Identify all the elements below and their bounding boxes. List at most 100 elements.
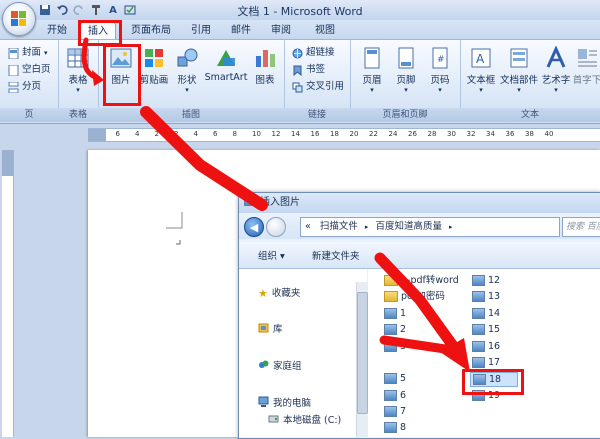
list-item[interactable]: 3 bbox=[384, 340, 406, 353]
list-item[interactable]: 15 bbox=[472, 323, 500, 336]
table-icon bbox=[66, 46, 90, 70]
forward-arrow-icon[interactable] bbox=[266, 217, 286, 237]
cover-page-button[interactable]: 封面 ▾ bbox=[8, 46, 48, 60]
annotation-box-insert-tab bbox=[78, 20, 122, 46]
ruler-tick: 20 bbox=[349, 130, 359, 138]
image-file-icon bbox=[384, 373, 397, 384]
quick-parts-button[interactable]: 文档部件 ▾ bbox=[498, 46, 540, 94]
group-text-label: 文本 bbox=[460, 108, 600, 122]
office-logo-icon bbox=[11, 11, 18, 18]
nav-favorites[interactable]: ★ 收藏夹 bbox=[258, 287, 300, 301]
wordart-button[interactable]: 艺术字 ▾ bbox=[540, 45, 572, 94]
vertical-ruler[interactable] bbox=[2, 150, 14, 437]
table-button[interactable]: 表格 ▾ bbox=[62, 46, 94, 94]
list-item[interactable]: pdf加密码 bbox=[384, 290, 445, 303]
nav-libraries[interactable]: 库 bbox=[258, 323, 283, 337]
footer-icon bbox=[394, 46, 418, 70]
ruler-tick: 4 bbox=[135, 130, 140, 138]
nav-computer[interactable]: 我的电脑 bbox=[258, 396, 311, 411]
clip-art-button[interactable]: 剪贴画 bbox=[138, 46, 170, 86]
chart-button[interactable]: 图表 bbox=[250, 46, 280, 86]
address-segment-scans[interactable]: 扫描文件 bbox=[320, 221, 358, 232]
office-button[interactable] bbox=[2, 2, 36, 36]
ruler-tick: 4 bbox=[193, 130, 198, 138]
smartart-button[interactable]: SmartArt bbox=[204, 46, 248, 83]
drop-cap-icon bbox=[575, 46, 599, 70]
search-input[interactable]: 搜索 百度 bbox=[562, 217, 600, 237]
tab-page-layout[interactable]: 页面布局 bbox=[124, 22, 178, 39]
list-item[interactable]: 2 bbox=[384, 323, 406, 336]
image-file-icon bbox=[384, 308, 397, 319]
list-item[interactable]: 13 bbox=[472, 290, 500, 303]
ruler-tick: 28 bbox=[427, 130, 437, 138]
new-folder-button[interactable]: 新建文件夹 bbox=[312, 248, 360, 262]
address-segment-folder[interactable]: 百度知道高质量 bbox=[375, 221, 442, 232]
homegroup-icon bbox=[258, 359, 269, 375]
ruler-tick: 6 bbox=[115, 130, 120, 138]
header-icon bbox=[360, 46, 384, 70]
image-file-icon bbox=[384, 390, 397, 401]
image-file-icon bbox=[384, 324, 397, 335]
bookmark-icon bbox=[292, 65, 303, 76]
list-item[interactable]: 16 bbox=[472, 340, 500, 353]
back-arrow-icon[interactable]: ◀ bbox=[244, 217, 264, 237]
list-item[interactable]: 5 bbox=[384, 372, 406, 385]
blank-page-button[interactable]: 空白页 bbox=[8, 63, 51, 77]
shapes-button[interactable]: 形状 ▾ bbox=[172, 46, 202, 94]
ruler-tick: 16 bbox=[310, 130, 320, 138]
group-illustrations-label: 插图 bbox=[98, 108, 284, 122]
ruler-tick: 22 bbox=[369, 130, 378, 138]
ruler-margin-marker bbox=[88, 129, 106, 141]
folder-icon bbox=[384, 275, 398, 286]
footer-button[interactable]: 页脚 ▾ bbox=[390, 46, 422, 94]
group-pages-label: 页 bbox=[0, 108, 58, 122]
list-item[interactable]: 7 bbox=[384, 405, 406, 418]
list-item[interactable]: 14 bbox=[472, 307, 500, 320]
tab-review[interactable]: 审阅 bbox=[266, 22, 296, 39]
tab-references[interactable]: 引用 bbox=[186, 22, 216, 39]
address-bar[interactable]: « 扫描文件 ▸ 百度知道高质量 ▸ bbox=[300, 217, 560, 237]
drop-cap-button[interactable]: 首字下 bbox=[572, 46, 600, 86]
list-item[interactable]: 12 bbox=[472, 274, 500, 287]
list-item[interactable]: 8 bbox=[384, 421, 406, 434]
vertical-ruler-margin bbox=[2, 150, 13, 176]
ruler-tick: 2 bbox=[154, 130, 159, 138]
ruler-tick: 30 bbox=[447, 130, 456, 138]
image-file-icon bbox=[472, 324, 485, 335]
list-item[interactable]: 1 bbox=[384, 307, 406, 320]
text-box-button[interactable]: A 文本框 ▾ bbox=[464, 46, 498, 94]
organize-button[interactable]: 组织 ▾ bbox=[258, 248, 285, 262]
chart-icon bbox=[253, 46, 277, 70]
blank-page-icon bbox=[8, 64, 19, 76]
smartart-icon bbox=[214, 46, 238, 70]
navigation-scrollbar-thumb[interactable] bbox=[357, 292, 368, 414]
page-break-button[interactable]: 分页 bbox=[8, 80, 41, 94]
tab-mailings[interactable]: 邮件 bbox=[226, 22, 256, 39]
window-title: 文档 1 - Microsoft Word bbox=[237, 5, 363, 18]
list-item[interactable]: 6 bbox=[384, 389, 406, 402]
ruler-tick: 34 bbox=[486, 130, 495, 138]
nav-local-disk-c[interactable]: 本地磁盘 (C:) bbox=[268, 414, 341, 428]
list-item[interactable]: 1-pdf转word bbox=[384, 274, 459, 287]
image-file-icon bbox=[472, 308, 485, 319]
cross-reference-button[interactable]: 交叉引用 bbox=[292, 80, 344, 94]
wordart-icon bbox=[544, 45, 568, 70]
cross-reference-icon bbox=[292, 82, 303, 93]
horizontal-ruler[interactable]: 8642246810121416182022242628303234363840 bbox=[88, 128, 600, 142]
ruler-tick: 24 bbox=[388, 130, 398, 138]
nav-homegroup[interactable]: 家庭组 bbox=[258, 360, 302, 374]
list-item[interactable]: 17 bbox=[472, 356, 500, 369]
tab-home[interactable]: 开始 bbox=[42, 22, 72, 39]
hyperlink-button[interactable]: 超链接 bbox=[292, 46, 335, 60]
text-box-icon: A bbox=[469, 46, 493, 70]
ruler-tick: 40 bbox=[544, 130, 554, 138]
bookmark-button[interactable]: 书签 bbox=[292, 63, 325, 77]
annotation-box-file-18 bbox=[462, 369, 524, 395]
image-file-icon bbox=[472, 291, 485, 302]
tab-view[interactable]: 视图 bbox=[310, 22, 340, 39]
header-button[interactable]: 页眉 ▾ bbox=[356, 46, 388, 94]
image-file-icon bbox=[384, 422, 397, 433]
ruler-tick: 2 bbox=[174, 130, 179, 138]
image-file-icon bbox=[472, 275, 485, 286]
page-number-button[interactable]: # 页码 ▾ bbox=[424, 46, 456, 94]
